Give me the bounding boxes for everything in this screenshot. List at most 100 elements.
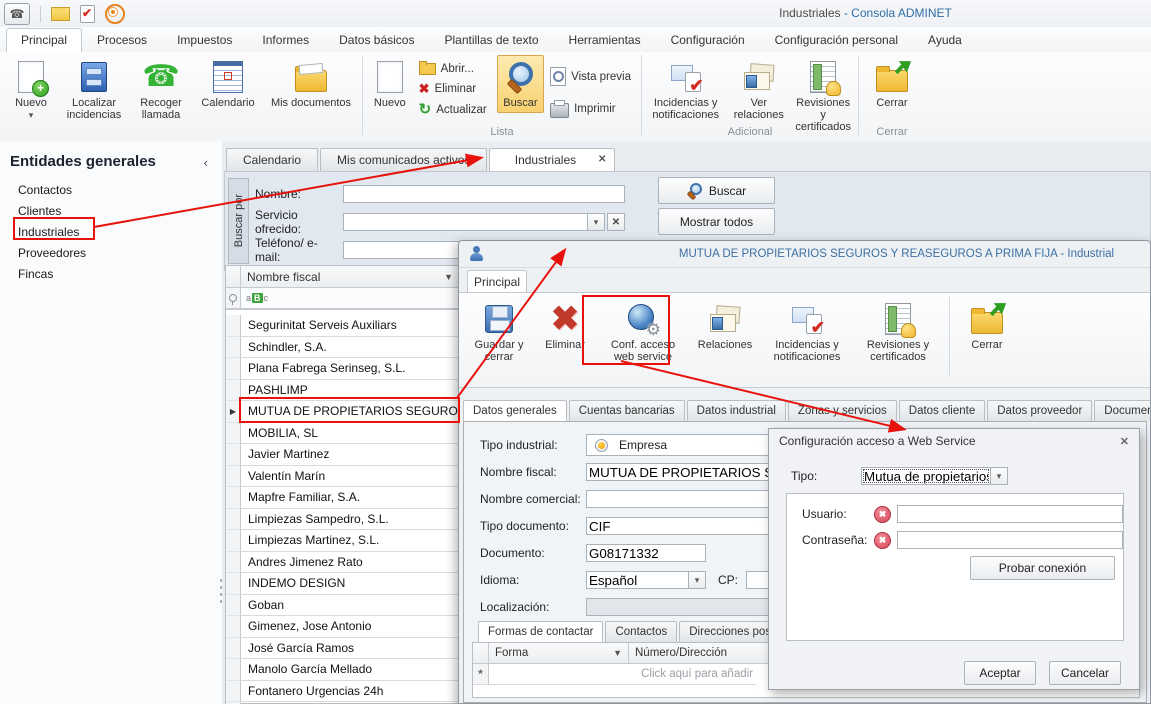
tab-formas-de-contactar[interactable]: Formas de contactar [478, 621, 604, 642]
tab-datos-cliente[interactable]: Datos cliente [898, 400, 986, 421]
table-row[interactable]: Andres Jimenez Rato [226, 551, 459, 573]
table-row[interactable]: Javier Martinez [226, 444, 459, 466]
recoger-llamada-button[interactable]: ☎ Recoger llamada [130, 55, 192, 125]
detail-cerrar-button[interactable]: Cerrar [956, 297, 1018, 387]
nuevo-button[interactable]: + Nuevo [4, 55, 58, 125]
revisiones-button[interactable]: Revisiones y certificados [792, 55, 854, 137]
collapse-chevron-icon[interactable]: ‹ [204, 155, 208, 170]
dialog-titlebar[interactable]: Configuración acceso a Web Service ✕ [769, 429, 1139, 453]
tab-datos-generales[interactable]: Datos generales [463, 400, 567, 421]
forma-column-header[interactable]: Forma ▼ [489, 643, 629, 664]
table-row[interactable]: MOBILIA, SL [226, 422, 459, 444]
table-row[interactable]: Schindler, S.A. [226, 336, 459, 358]
localizar-incidencias-button[interactable]: Localizar incidencias [58, 55, 130, 125]
table-row[interactable]: Limpiezas Sampedro, S.L. [226, 508, 459, 530]
grid-filter-row[interactable]: aBc [226, 288, 459, 310]
ver-relaciones-button[interactable]: Ver relaciones [725, 55, 792, 125]
doc-tab-comunicados[interactable]: Mis comunicados activos [320, 148, 488, 171]
detail-incidencias-button[interactable]: ✔ Incidencias y notificaciones [761, 297, 853, 387]
detail-revisiones-button[interactable]: Revisiones y certificados [853, 297, 943, 387]
tab-ayuda[interactable]: Ayuda [913, 28, 977, 52]
sidebar-item-contactos[interactable]: Contactos [18, 183, 178, 201]
column-filter-arrow-icon[interactable]: ▼ [613, 648, 622, 658]
documento-input[interactable] [586, 544, 706, 562]
detail-tab-principal[interactable]: Principal [467, 270, 527, 293]
tab-informes[interactable]: Informes [247, 28, 324, 52]
usuario-input[interactable] [897, 505, 1123, 523]
sidebar-item-clientes[interactable]: Clientes [18, 204, 178, 222]
table-row[interactable]: José García Ramos [226, 637, 459, 659]
aceptar-button[interactable]: Aceptar [964, 661, 1036, 685]
abrir-button[interactable]: Abrir... [418, 61, 487, 75]
imprimir-button[interactable]: Imprimir [550, 100, 631, 118]
new-row-hint[interactable]: Click aquí para añadir [489, 664, 757, 685]
tab-configuracion[interactable]: Configuración [656, 28, 760, 52]
contrasena-input[interactable] [897, 531, 1123, 549]
servicio-clear-icon[interactable]: ✕ [607, 213, 625, 231]
doc-tab-calendario[interactable]: Calendario [226, 148, 319, 171]
servicio-dropdown-icon[interactable] [588, 213, 605, 231]
idioma-combo[interactable] [586, 571, 689, 589]
empresa-radio[interactable] [595, 438, 608, 452]
tab-cuentas-bancarias[interactable]: Cuentas bancarias [568, 400, 685, 421]
match-case-filter-icon[interactable]: aBc [241, 288, 268, 308]
tab-herramientas[interactable]: Herramientas [554, 28, 656, 52]
tab-principal[interactable]: Principal [6, 28, 83, 52]
cancelar-button[interactable]: Cancelar [1049, 661, 1121, 685]
nuevo-lista-button[interactable]: Nuevo [367, 55, 413, 113]
tab-close-icon[interactable]: ✕ [598, 154, 606, 165]
actualizar-button[interactable]: ↻ Actualizar [419, 102, 487, 117]
detail-titlebar[interactable]: MUTUA DE PROPIETARIOS SEGUROS Y REASEGUR… [459, 241, 1150, 268]
tab-datos-industrial[interactable]: Datos industrial [686, 400, 786, 421]
mis-documentos-button[interactable]: Mis documentos [264, 55, 358, 113]
table-row[interactable]: Gimenez, Jose Antonio [226, 616, 459, 638]
cerrar-button[interactable]: Cerrar [863, 55, 921, 113]
buscar-button[interactable]: Buscar [496, 55, 545, 113]
table-row[interactable]: Segurinitat Serveis Auxiliars [226, 315, 459, 337]
tipo-documento-input[interactable] [586, 517, 774, 535]
table-row[interactable]: PASHLIMP [226, 379, 459, 401]
table-row[interactable]: Manolo García Mellado [226, 659, 459, 681]
mostrar-todos-button[interactable]: Mostrar todos [658, 208, 775, 235]
table-row[interactable]: Limpiezas Martinez, S.L. [226, 530, 459, 552]
relaciones-button[interactable]: Relaciones [689, 297, 761, 387]
tab-plantillas[interactable]: Plantillas de texto [429, 28, 553, 52]
detail-eliminar-button[interactable]: ✖ Eliminar [533, 297, 597, 387]
tab-datos-basicos[interactable]: Datos básicos [324, 28, 429, 52]
column-filter-arrow-icon[interactable]: ▼ [444, 272, 453, 282]
eliminar-button[interactable]: ✖ Eliminar [419, 82, 487, 95]
doc-tab-industriales[interactable]: Industriales ✕ [489, 148, 616, 171]
sidebar-item-proveedores[interactable]: Proveedores [18, 246, 178, 264]
nombre-input[interactable] [343, 185, 625, 203]
sidebar-item-industriales[interactable]: Industriales [18, 225, 178, 243]
nombre-fiscal-column-header[interactable]: Nombre fiscal ▼ [241, 266, 459, 288]
table-row[interactable]: Valentín Marín [226, 465, 459, 487]
tab-impuestos[interactable]: Impuestos [162, 28, 247, 52]
tab-zonas-servicios[interactable]: Zonas y servicios [787, 400, 897, 421]
probar-conexion-button[interactable]: Probar conexión [970, 556, 1115, 580]
sidebar-item-fincas[interactable]: Fincas [18, 267, 178, 285]
incidencias-button[interactable]: ✔ Incidencias y notificaciones [646, 55, 725, 125]
tab-documentos[interactable]: Documentos [1094, 400, 1150, 421]
buscar-panel-button[interactable]: Buscar [658, 177, 775, 204]
tipo-combo[interactable] [861, 467, 991, 485]
vista-previa-button[interactable]: Vista previa [550, 67, 631, 86]
conf-acceso-web-service-button[interactable]: Conf. acceso web service [597, 297, 689, 387]
tab-procesos[interactable]: Procesos [82, 28, 162, 52]
calendario-button[interactable]: Calendario [192, 55, 264, 113]
buscar-por-side-tab[interactable]: Buscar por [228, 178, 249, 264]
table-row[interactable]: Goban [226, 594, 459, 616]
table-row[interactable]: Mapfre Familiar, S.A. [226, 487, 459, 509]
table-row-selected[interactable]: ▶MUTUA DE PROPIETARIOS SEGUROS Y RE... [226, 401, 459, 423]
idioma-dropdown-icon[interactable] [689, 571, 706, 589]
servicio-ofrecido-input[interactable] [343, 213, 588, 231]
table-row[interactable]: Fontanero Urgencias 24h [226, 680, 459, 702]
table-row[interactable]: INDEMO DESIGN [226, 573, 459, 595]
table-row[interactable]: Plana Fabrega Serinseg, S.L. [226, 358, 459, 380]
dialog-close-icon[interactable]: ✕ [1120, 435, 1129, 448]
tab-configuracion-personal[interactable]: Configuración personal [760, 28, 913, 52]
tab-contactos[interactable]: Contactos [605, 621, 678, 642]
guardar-y-cerrar-button[interactable]: Guardar y cerrar [465, 297, 533, 387]
tab-datos-proveedor[interactable]: Datos proveedor [987, 400, 1093, 421]
tipo-dropdown-icon[interactable] [991, 467, 1008, 485]
